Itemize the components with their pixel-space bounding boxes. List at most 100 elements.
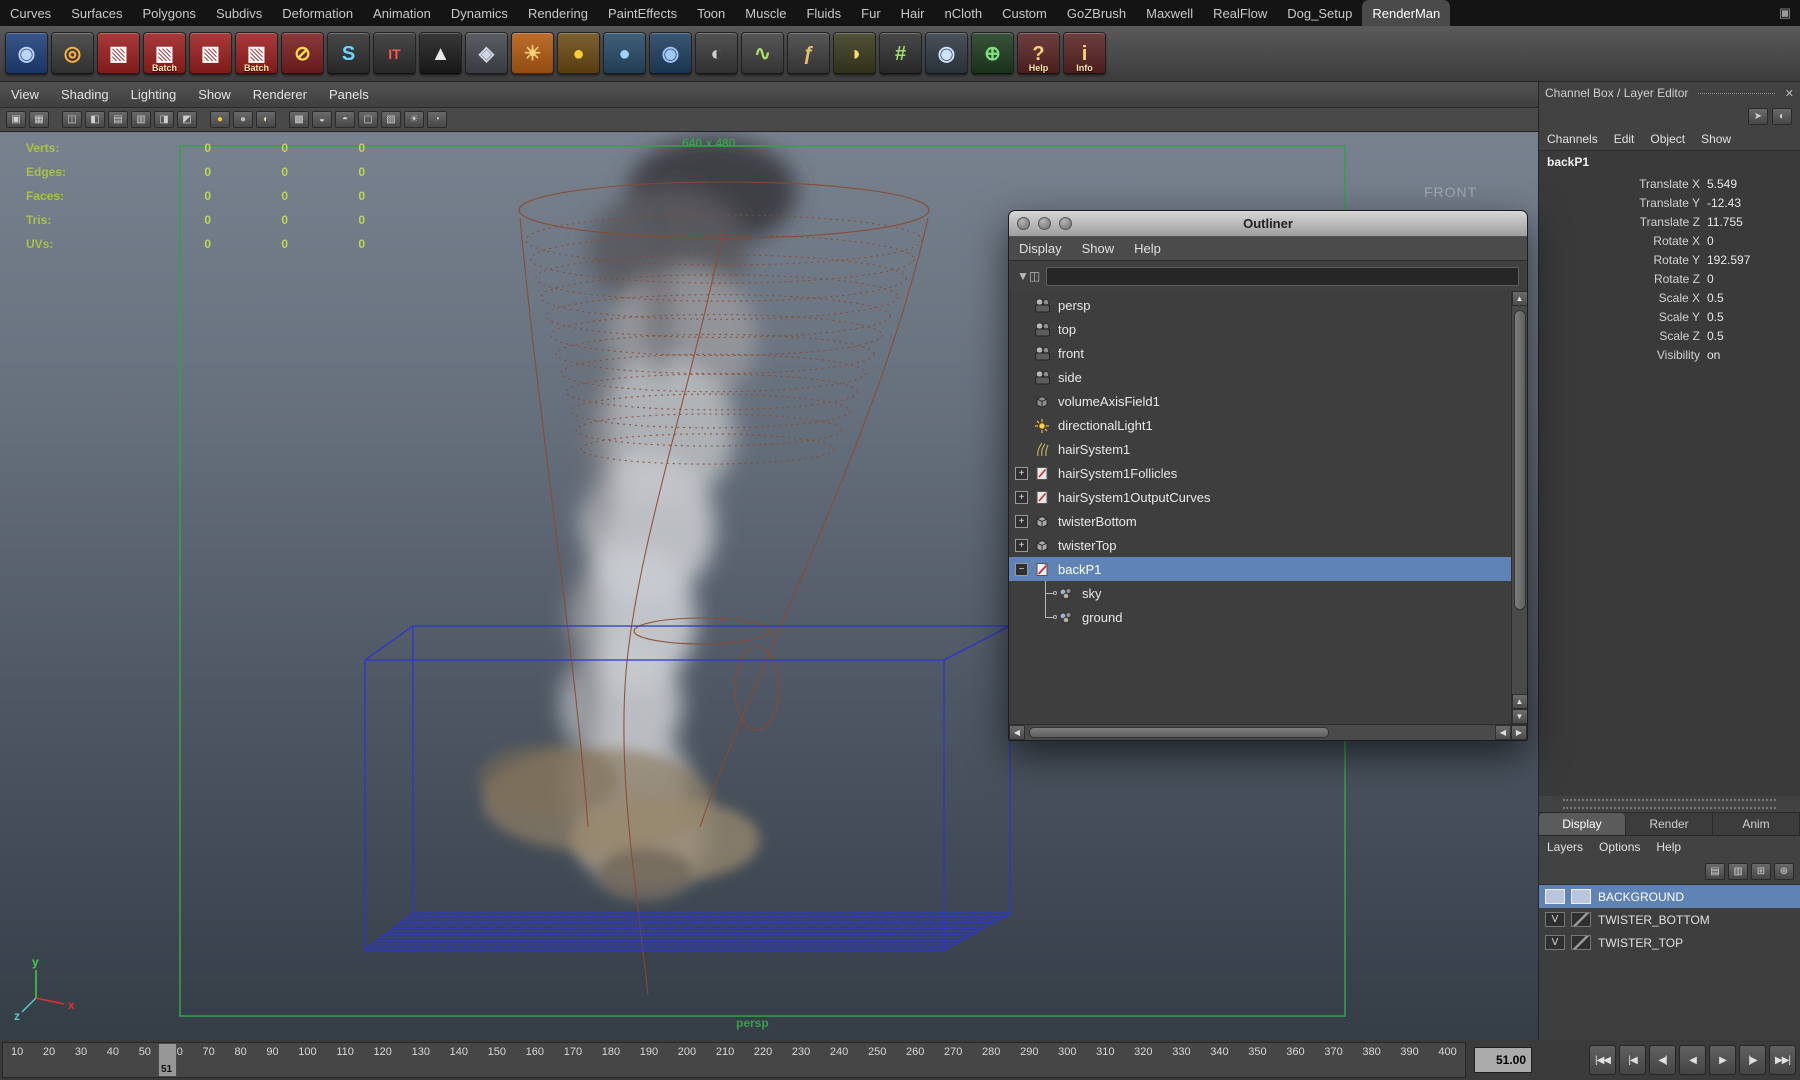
layer-row-twister_top[interactable]: VTWISTER_TOP [1539,931,1800,954]
channel-value[interactable]: 0.5 [1707,291,1800,305]
panel-divider-2[interactable] [1563,807,1776,809]
tab-display[interactable]: Display [1539,813,1626,835]
field-chart-icon[interactable]: ▥ [131,111,151,128]
play-backward-button[interactable]: ◀ [1679,1045,1706,1075]
shelf-light-bulb-icon[interactable]: ● [557,32,600,75]
menubar-item-renderman[interactable]: RenderMan [1362,0,1450,26]
selected-object-name[interactable]: backP1 [1539,151,1800,174]
channel-value[interactable]: 0 [1707,272,1800,286]
shelf-batch-render-2-icon[interactable]: ▧Batch [235,32,278,75]
textured-mode-icon[interactable]: ▨ [381,111,401,128]
scroll-up-icon[interactable]: ▲ [1512,291,1528,306]
outliner-vertical-scrollbar[interactable]: ▲ ▲ ▼ [1511,291,1527,724]
step-forward-frame-button[interactable]: |▶ [1739,1045,1766,1075]
menubar-item-dynamics[interactable]: Dynamics [441,0,518,26]
scroll-left-icon[interactable]: ◀ [1009,725,1025,740]
layer-menu-help[interactable]: Help [1648,840,1689,854]
channel-value[interactable]: 192.597 [1707,253,1800,267]
scroll-up-icon-2[interactable]: ▲ [1512,694,1528,709]
new-empty-layer-icon[interactable]: ⊞ [1751,863,1771,880]
filter-icon[interactable]: ▼◫ [1017,269,1040,283]
go-to-end-button[interactable]: ▶▶| [1769,1045,1796,1075]
outliner-item-directionallight1[interactable]: directionalLight1 [1009,413,1511,437]
channel-value[interactable]: 0.5 [1707,310,1800,324]
menubar-item-toon[interactable]: Toon [687,0,735,26]
shelf-fisheye-icon[interactable]: ◉ [925,32,968,75]
smooth-shade-icon[interactable]: ◒ [312,111,332,128]
layer-menu-layers[interactable]: Layers [1539,840,1591,854]
shelf-earth-sphere-icon[interactable]: ◉ [649,32,692,75]
shelf-curve-tool-icon[interactable]: ƒ [787,32,830,75]
menubar-item-dog_setup[interactable]: Dog_Setup [1277,0,1362,26]
default-light-icon[interactable]: ● [210,111,230,128]
channel-value[interactable]: on [1707,348,1800,362]
channel-box-menu-show[interactable]: Show [1693,132,1739,146]
panel-menu-show[interactable]: Show [187,87,242,102]
step-back-frame-button[interactable]: ◀| [1649,1045,1676,1075]
shelf-it-icon[interactable]: IT [373,32,416,75]
shelf-batch-render-icon[interactable]: ▧Batch [143,32,186,75]
outliner-item-volumeaxisfield1[interactable]: volumeAxisField1 [1009,389,1511,413]
menubar-item-curves[interactable]: Curves [0,0,61,26]
menubar-item-polygons[interactable]: Polygons [133,0,206,26]
expand-toggle-icon[interactable]: + [1015,467,1028,480]
outliner-item-top[interactable]: top [1009,317,1511,341]
half-sphere-icon[interactable]: ◐ [1772,108,1792,125]
go-to-start-button[interactable]: |◀◀ [1589,1045,1616,1075]
shelf-env-sphere-icon[interactable]: ● [603,32,646,75]
outliner-item-backp1[interactable]: −backP1 [1009,557,1511,581]
shelf-help-icon[interactable]: ?Help [1017,32,1060,75]
outliner-menu-show[interactable]: Show [1072,241,1125,256]
outliner-item-front[interactable]: front [1009,341,1511,365]
outliner-item-hairsystem1follicles[interactable]: +hairSystem1Follicles [1009,461,1511,485]
outliner-horizontal-scrollbar[interactable]: ◀ ◀ ▶ [1009,724,1527,740]
bounding-box-icon[interactable]: ▢ [358,111,378,128]
outliner-item-ground[interactable]: ground [1009,605,1511,629]
channel-value[interactable]: -12.43 [1707,196,1800,210]
panel-divider[interactable] [1563,799,1776,801]
scrollbar-thumb-h[interactable] [1029,727,1329,738]
shelf-ipr-render-icon[interactable]: ▧ [189,32,232,75]
panel-grip[interactable] [1698,93,1774,94]
menubar-item-custom[interactable]: Custom [992,0,1057,26]
select-tool-icon[interactable]: ▣ [6,111,26,128]
panel-menu-panels[interactable]: Panels [318,87,380,102]
menubar-item-rendering[interactable]: Rendering [518,0,598,26]
scroll-down-icon[interactable]: ▼ [1512,709,1528,724]
grid-toggle-icon[interactable]: ▦ [29,111,49,128]
outliner-search-input[interactable] [1046,267,1519,286]
shelf-geo-sphere-icon[interactable]: ⊕ [971,32,1014,75]
panel-menu-shading[interactable]: Shading [50,87,120,102]
layer-type-box[interactable] [1571,912,1591,927]
outliner-titlebar[interactable]: Outliner [1009,211,1527,237]
shelf-sun-shader-icon[interactable]: ☀ [511,32,554,75]
outliner-item-hairsystem1outputcurves[interactable]: +hairSystem1OutputCurves [1009,485,1511,509]
lights-mode-icon[interactable]: ☀ [404,111,424,128]
move-layer-down-icon[interactable]: ▥ [1728,863,1748,880]
channel-value[interactable]: 5.549 [1707,177,1800,191]
outliner-menu-display[interactable]: Display [1009,241,1072,256]
play-forward-button[interactable]: ▶ [1709,1045,1736,1075]
xray-mode-icon[interactable]: ◔ [427,111,447,128]
shelf-chrome-sphere-icon[interactable]: ◐ [695,32,738,75]
current-time-marker[interactable]: 51 [158,1043,177,1077]
shelf-info-icon[interactable]: iInfo [1063,32,1106,75]
shelf-alfred-icon[interactable]: ▲ [419,32,462,75]
layer-visibility-toggle[interactable]: V [1545,912,1565,927]
close-panel-icon[interactable]: ✕ [1785,87,1794,100]
panel-menu-view[interactable]: View [0,87,50,102]
menubar-item-surfaces[interactable]: Surfaces [61,0,132,26]
menubar-item-fur[interactable]: Fur [851,0,891,26]
shelf-cancel-render-icon[interactable]: ⊘ [281,32,324,75]
move-layer-up-icon[interactable]: ▤ [1705,863,1725,880]
expand-toggle-icon[interactable]: − [1015,563,1028,576]
channel-box-menu-object[interactable]: Object [1642,132,1693,146]
menubar-item-painteffects[interactable]: PaintEffects [598,0,687,26]
expand-toggle-icon[interactable]: + [1015,539,1028,552]
ambient-light-icon[interactable]: ● [233,111,253,128]
layer-row-twister_bottom[interactable]: VTWISTER_BOTTOM [1539,908,1800,931]
resolution-gate-icon[interactable]: ◧ [85,111,105,128]
safe-title-icon[interactable]: ◩ [177,111,197,128]
expand-toggle-icon[interactable]: + [1015,515,1028,528]
two-sided-light-icon[interactable]: ◐ [256,111,276,128]
